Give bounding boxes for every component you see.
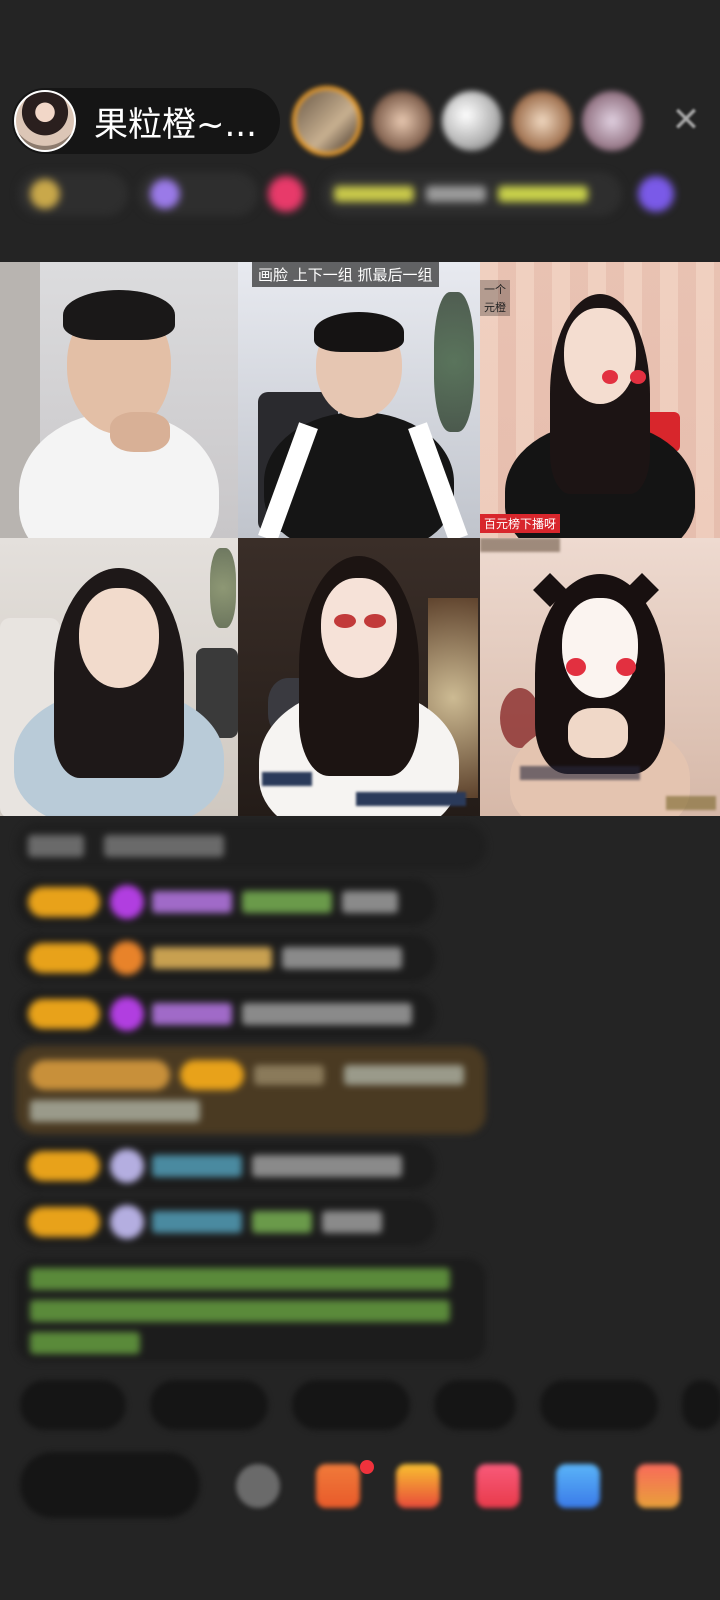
guest-tile[interactable] — [238, 538, 480, 816]
share-icon[interactable] — [556, 1464, 600, 1508]
gift-icon[interactable] — [636, 1464, 680, 1508]
tile-overlay-text — [666, 796, 716, 810]
more-icon[interactable] — [236, 1464, 280, 1508]
tile-red-tag: 百元榜下播呀 — [480, 514, 561, 533]
viewer-avatar[interactable] — [372, 91, 432, 151]
red-packet-icon[interactable] — [396, 1464, 440, 1508]
chat-message-highlight[interactable] — [16, 1046, 486, 1134]
chat-message[interactable] — [16, 934, 436, 982]
viewer-avatar[interactable] — [292, 86, 362, 156]
quick-reply-row — [20, 1380, 720, 1432]
quick-reply-chip[interactable] — [682, 1380, 720, 1430]
tile-overlay-text: 一个 — [480, 280, 510, 298]
tile-overlay-text — [262, 772, 312, 786]
host-info-pill[interactable]: 果粒橙~... — [12, 88, 280, 154]
guest-tile[interactable] — [0, 262, 238, 538]
gift-icon[interactable] — [268, 176, 304, 212]
chat-input[interactable] — [20, 1452, 200, 1518]
multi-guest-grid: 画脸 上下一组 抓最后一组 一个 元橙 百元榜下播呀 — [0, 262, 720, 816]
viewer-avatar[interactable] — [442, 91, 502, 151]
notification-dot — [360, 1460, 374, 1474]
chat-message[interactable] — [16, 1198, 436, 1246]
quick-reply-chip[interactable] — [292, 1380, 410, 1430]
quick-reply-chip[interactable] — [540, 1380, 658, 1430]
top-bar: 果粒橙~... ✕ — [12, 86, 712, 156]
host-name: 果粒橙~... — [94, 104, 257, 145]
rank-chip[interactable] — [322, 172, 622, 216]
chat-message[interactable] — [16, 1142, 436, 1190]
gift-box-icon[interactable] — [316, 1464, 360, 1508]
rank-chip[interactable] — [18, 172, 128, 216]
viewer-avatar[interactable] — [512, 91, 572, 151]
guest-tile[interactable] — [480, 538, 720, 816]
tile-overlay-text: 画脸 上下一组 抓最后一组 — [252, 262, 439, 287]
tile-overlay-text — [480, 538, 560, 552]
top-viewers — [292, 86, 652, 156]
chat-message — [16, 822, 486, 870]
system-notice — [16, 1258, 486, 1362]
chat-message[interactable] — [16, 878, 436, 926]
guest-tile[interactable] — [0, 538, 238, 816]
bottom-bar — [20, 1452, 720, 1518]
like-icon[interactable] — [476, 1464, 520, 1508]
tile-overlay-text — [356, 792, 466, 806]
tile-overlay-text — [520, 766, 640, 780]
rank-badge-row — [18, 170, 698, 218]
quick-reply-chip[interactable] — [434, 1380, 516, 1430]
chat-message[interactable] — [16, 990, 436, 1038]
quick-reply-chip[interactable] — [20, 1380, 126, 1430]
guest-tile[interactable]: 画脸 上下一组 抓最后一组 — [238, 262, 480, 538]
rank-chip[interactable] — [138, 172, 258, 216]
tile-overlay-text: 元橙 — [480, 298, 510, 316]
host-avatar[interactable] — [14, 90, 76, 152]
quick-reply-chip[interactable] — [150, 1380, 268, 1430]
emblem-icon[interactable] — [638, 176, 674, 212]
viewer-avatar[interactable] — [582, 91, 642, 151]
guest-tile[interactable]: 一个 元橙 百元榜下播呀 — [480, 262, 720, 538]
close-icon[interactable]: ✕ — [666, 100, 706, 140]
